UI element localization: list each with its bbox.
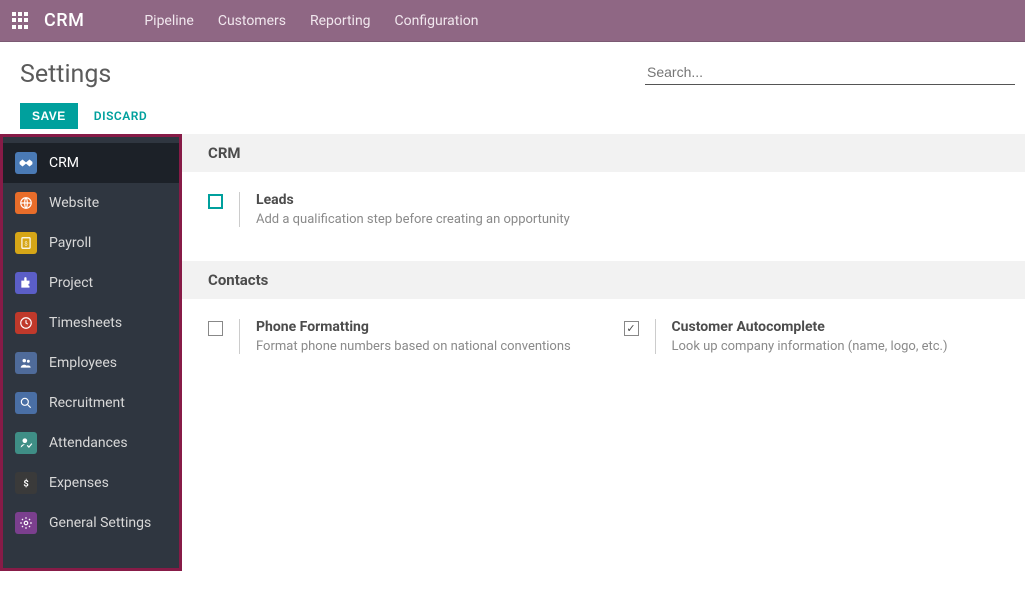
setting-description: Look up company information (name, logo,… — [672, 339, 948, 354]
setting-title: Phone Formatting — [256, 319, 571, 335]
sidebar-item-crm[interactable]: CRM — [3, 143, 179, 183]
settings-sidebar: CRM Website $ Payroll Project Timesheets Emplo… — [0, 134, 182, 571]
sidebar-item-general-settings[interactable]: General Settings — [3, 503, 179, 543]
save-button[interactable]: SAVE — [20, 103, 78, 129]
page-title: Settings — [20, 60, 111, 89]
topmenu: Pipeline Customers Reporting Configurati… — [144, 13, 478, 29]
setting-checkbox[interactable] — [624, 321, 639, 336]
setting-text: Leads Add a qualification step before cre… — [239, 192, 570, 227]
sidebar-item-label: Expenses — [49, 475, 109, 491]
dollar-icon: $ — [15, 472, 37, 494]
topmenu-pipeline[interactable]: Pipeline — [144, 13, 194, 29]
sidebar-item-payroll[interactable]: $ Payroll — [3, 223, 179, 263]
search-input[interactable] — [645, 60, 1015, 85]
topmenu-configuration[interactable]: Configuration — [395, 13, 479, 29]
setting-description: Add a qualification step before creating… — [256, 212, 570, 227]
setting-text: Phone Formatting Format phone numbers bas… — [239, 319, 571, 354]
main: CRM Website $ Payroll Project Timesheets Emplo… — [0, 134, 1025, 604]
section-header: CRM — [182, 134, 1025, 172]
setting-checkbox[interactable] — [208, 321, 223, 336]
sidebar-item-project[interactable]: Project — [3, 263, 179, 303]
sidebar-item-label: Employees — [49, 355, 117, 371]
globe-icon — [15, 192, 37, 214]
topnav: CRM Pipeline Customers Reporting Configu… — [0, 0, 1025, 42]
sidebar-item-label: General Settings — [49, 515, 151, 531]
setting-checkbox[interactable] — [208, 194, 223, 209]
sidebar-item-attendances[interactable]: Attendances — [3, 423, 179, 463]
setting-title: Customer Autocomplete — [672, 319, 948, 335]
check-user-icon — [15, 432, 37, 454]
clock-icon — [15, 312, 37, 334]
topmenu-reporting[interactable]: Reporting — [310, 13, 371, 29]
sidebar-item-website[interactable]: Website — [3, 183, 179, 223]
search-user-icon — [15, 392, 37, 414]
sidebar-item-recruitment[interactable]: Recruitment — [3, 383, 179, 423]
puzzle-icon — [15, 272, 37, 294]
subheader: Settings SAVE DISCARD — [0, 42, 1025, 134]
sidebar-item-timesheets[interactable]: Timesheets — [3, 303, 179, 343]
setting-item: Phone Formatting Format phone numbers bas… — [208, 319, 584, 354]
discard-button[interactable]: DISCARD — [94, 109, 147, 123]
dollar-doc-icon: $ — [15, 232, 37, 254]
setting-item: Customer Autocomplete Look up company inf… — [624, 319, 1000, 354]
setting-text: Customer Autocomplete Look up company inf… — [655, 319, 948, 354]
brand-title[interactable]: CRM — [44, 10, 84, 31]
handshake-icon — [15, 152, 37, 174]
sidebar-item-expenses[interactable]: $ Expenses — [3, 463, 179, 503]
users-icon — [15, 352, 37, 374]
setting-title: Leads — [256, 192, 570, 208]
setting-item: Leads Add a qualification step before cre… — [208, 192, 678, 227]
sidebar-item-employees[interactable]: Employees — [3, 343, 179, 383]
section-body: Leads Add a qualification step before cre… — [182, 172, 1025, 261]
sidebar-item-label: Website — [49, 195, 99, 211]
sidebar-item-label: Recruitment — [49, 395, 125, 411]
gear-icon — [15, 512, 37, 534]
section-header: Contacts — [182, 261, 1025, 299]
sidebar-item-label: Timesheets — [49, 315, 122, 331]
apps-launcher-icon[interactable] — [12, 12, 30, 30]
svg-text:$: $ — [24, 240, 27, 247]
svg-text:$: $ — [23, 479, 28, 490]
setting-description: Format phone numbers based on national c… — [256, 339, 571, 354]
topmenu-customers[interactable]: Customers — [218, 13, 286, 29]
sidebar-item-label: Project — [49, 275, 93, 291]
settings-content: CRM Leads Add a qualification step before … — [182, 134, 1025, 604]
sidebar-item-label: Payroll — [49, 235, 91, 251]
section-body: Phone Formatting Format phone numbers bas… — [182, 299, 1025, 388]
sidebar-item-label: CRM — [49, 155, 79, 171]
sidebar-item-label: Attendances — [49, 435, 128, 451]
